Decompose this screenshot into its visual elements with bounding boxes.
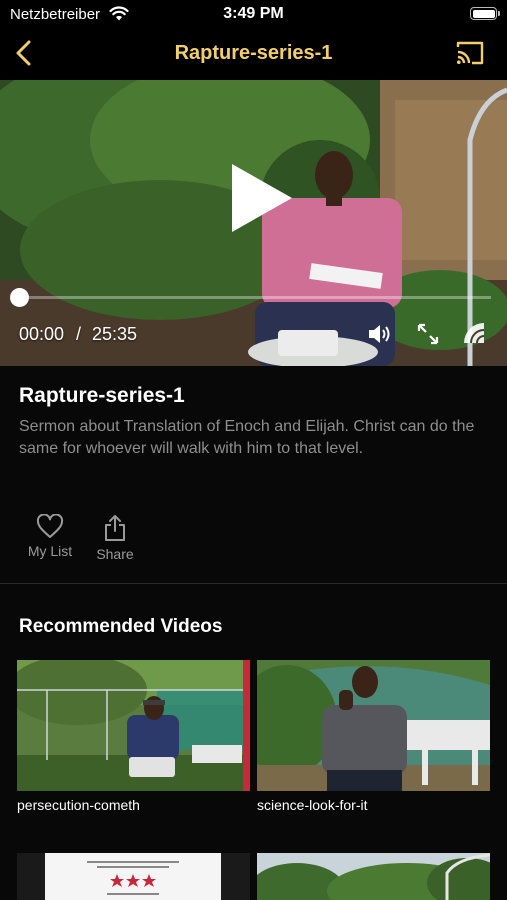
video-thumbnail-image (17, 853, 250, 900)
share-button[interactable]: Share (92, 514, 138, 564)
video-player[interactable]: 00:00 / 25:35 (0, 80, 507, 366)
recommended-thumbnail[interactable] (257, 853, 490, 900)
video-thumbnail-image (257, 853, 490, 900)
play-icon[interactable] (226, 162, 298, 234)
recommended-title[interactable]: science-look-for-it (257, 797, 367, 813)
video-thumbnail-image (257, 660, 490, 791)
my-list-button[interactable]: My List (22, 514, 78, 564)
share-label: Share (96, 546, 134, 562)
recommended-thumbnail[interactable] (17, 853, 250, 900)
page-title: Rapture-series-1 (174, 42, 333, 64)
volume-icon[interactable] (367, 322, 393, 346)
clock: 3:49 PM (223, 5, 284, 22)
time-separator: / (76, 324, 82, 344)
recommended-thumbnail[interactable] (257, 660, 490, 791)
current-time: 00:00 (19, 324, 65, 344)
recommended-thumbnail[interactable] (17, 660, 250, 791)
section-divider (0, 583, 507, 584)
recommended-heading: Recommended Videos (19, 616, 223, 637)
battery-icon (470, 7, 500, 20)
video-thumbnail-image (17, 660, 250, 791)
status-bar: Netzbetreiber 3:49 PM (0, 0, 507, 28)
progress-scrubber[interactable] (10, 288, 29, 307)
video-title: Rapture-series-1 (19, 384, 185, 407)
recommended-title[interactable]: persecution-cometh (17, 797, 140, 813)
airplay-icon[interactable] (462, 321, 486, 347)
navigation-bar: Rapture-series-1 (0, 28, 507, 80)
heart-icon (36, 514, 64, 538)
video-description: Sermon about Translation of Enoch and El… (19, 418, 475, 457)
share-icon (105, 515, 125, 541)
progress-track[interactable] (19, 296, 491, 299)
duration: 25:35 (92, 324, 138, 344)
fullscreen-icon[interactable] (416, 322, 440, 346)
cast-button[interactable] (455, 40, 485, 66)
my-list-label: My List (27, 543, 73, 559)
